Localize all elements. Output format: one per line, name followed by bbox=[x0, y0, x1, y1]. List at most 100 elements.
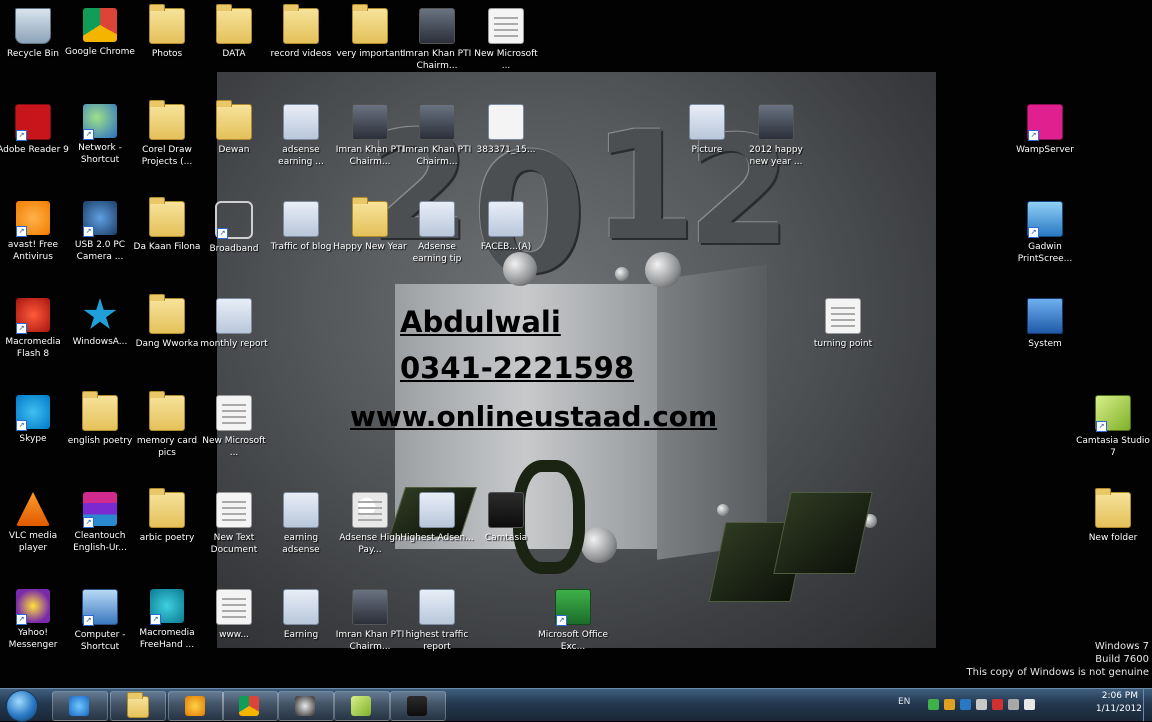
desktop-icon-adsense-earning-tip[interactable]: Adsense earning tip bbox=[400, 201, 474, 265]
taskbar-media-player[interactable] bbox=[168, 691, 224, 721]
desktop-icon-monthly-report[interactable]: monthly report bbox=[197, 298, 271, 350]
desktop-icon-flash[interactable]: ↗ Macromedia Flash 8 bbox=[0, 298, 70, 360]
clock-time[interactable]: 2:06 PM bbox=[1102, 691, 1138, 701]
desktop-icon-avast[interactable]: ↗ avast! Free Antivirus bbox=[0, 201, 70, 263]
tray-flag-icon[interactable] bbox=[976, 699, 987, 710]
desktop-icon-corel-draw-projects[interactable]: Corel Draw Projects (... bbox=[130, 100, 204, 168]
desktop-icon-camtasia[interactable]: Camtasia bbox=[469, 492, 543, 544]
desktop-icon-imran-khan-4[interactable]: Imran Khan PTI Chairm... bbox=[333, 589, 407, 653]
desktop-icon-da-kaan-filona[interactable]: Da Kaan Filona bbox=[130, 197, 204, 253]
taskbar-camtasia-recorder[interactable] bbox=[278, 691, 334, 721]
taskbar: EN 2:06 PM 1/11/2012 bbox=[0, 688, 1152, 722]
desktop-icon-cleantouch[interactable]: ↗ Cleantouch English-Ur... bbox=[63, 492, 137, 554]
desktop-icon-faceb[interactable]: FACEB...(A) bbox=[469, 201, 543, 253]
recycle-bin-icon bbox=[15, 8, 51, 44]
desktop-icon-new-microsoft-doc-2[interactable]: New Microsoft ... bbox=[197, 395, 271, 459]
photo-icon bbox=[758, 104, 794, 140]
desktop-icon-dang-wworka[interactable]: Dang Wworka bbox=[130, 294, 204, 350]
show-desktop-button[interactable] bbox=[1143, 689, 1152, 721]
tray-avast-icon[interactable] bbox=[944, 699, 955, 710]
desktop-icon-vlc[interactable]: VLC media player bbox=[0, 492, 70, 554]
desktop-icon-wampserver[interactable]: ↗ WampServer bbox=[1008, 104, 1082, 156]
desktop-icon-excel[interactable]: ↗ Microsoft Office Exc... bbox=[536, 589, 610, 653]
desktop-icon-happy-new-year[interactable]: Happy New Year bbox=[333, 197, 407, 253]
taskbar-internet-explorer[interactable] bbox=[52, 691, 108, 721]
desktop-icon-highest-traffic-report[interactable]: highest traffic report bbox=[400, 589, 474, 653]
taskbar-camtasia[interactable] bbox=[390, 691, 446, 721]
desktop-icon-earning[interactable]: Earning bbox=[264, 589, 338, 641]
desktop-icon-computer-shortcut[interactable]: ↗ Computer - Shortcut bbox=[63, 589, 137, 653]
desktop-icon-turning-point[interactable]: turning point bbox=[806, 298, 880, 350]
desktop-icon-very-important[interactable]: very important bbox=[333, 4, 407, 60]
desktop-icon-picture[interactable]: Picture bbox=[670, 104, 744, 156]
language-indicator[interactable]: EN bbox=[898, 697, 910, 707]
desktop-icon-arbic-poetry[interactable]: arbic poetry bbox=[130, 488, 204, 544]
icon-label: USB 2.0 PC Camera ... bbox=[74, 240, 126, 262]
taskbar-camtasia-studio[interactable] bbox=[334, 691, 390, 721]
excel-icon: ↗ bbox=[555, 589, 591, 626]
desktop-icon-english-poetry[interactable]: english poetry bbox=[63, 391, 137, 447]
taskbar-windows-explorer[interactable] bbox=[110, 691, 166, 721]
desktop-icon-memory-card-pics[interactable]: memory card pics bbox=[130, 391, 204, 459]
desktop-icon-record-videos[interactable]: record videos bbox=[264, 4, 338, 60]
volume-icon[interactable] bbox=[1024, 699, 1035, 710]
start-button[interactable] bbox=[6, 690, 38, 722]
desktop-icon-new-folder[interactable]: New folder bbox=[1076, 488, 1150, 544]
screenshot-icon bbox=[488, 104, 524, 140]
icon-label: Da Kaan Filona bbox=[133, 242, 201, 252]
desktop-icon-adsense-high-pay[interactable]: Adsense High Pay... bbox=[333, 492, 407, 556]
text-document-icon bbox=[216, 589, 252, 625]
icon-label: Computer - Shortcut bbox=[74, 630, 126, 652]
tray-wireless-icon[interactable] bbox=[1008, 699, 1019, 710]
desktop-icon-windowsa[interactable]: WindowsA... bbox=[63, 298, 137, 348]
desktop-icon-new-text-document[interactable]: New Text Document bbox=[197, 492, 271, 556]
internet-explorer-icon bbox=[69, 696, 89, 716]
desktop-icon-network-shortcut[interactable]: ↗ Network - Shortcut bbox=[63, 104, 137, 166]
screenshot-icon bbox=[283, 589, 319, 625]
windows-not-genuine-watermark: Windows 7 Build 7600 This copy of Window… bbox=[967, 640, 1149, 679]
wallpaper-ball bbox=[645, 252, 681, 288]
icon-label: very important bbox=[336, 49, 404, 59]
desktop-icon-data[interactable]: DATA bbox=[197, 4, 271, 60]
desktop-icon-www[interactable]: www... bbox=[197, 589, 271, 641]
icon-label: Macromedia Flash 8 bbox=[5, 337, 61, 359]
desktop-icon-dewan[interactable]: Dewan bbox=[197, 100, 271, 156]
desktop-icon-system[interactable]: System bbox=[1008, 298, 1082, 350]
desktop-icon-highest-adsense[interactable]: Highest Adsen... bbox=[400, 492, 474, 544]
desktop-icon-photos[interactable]: Photos bbox=[130, 4, 204, 60]
desktop-icon-imran-khan-3[interactable]: Imran Khan PTI Chairm... bbox=[400, 104, 474, 168]
desktop-icon-earning-adsense[interactable]: earning adsense bbox=[264, 492, 338, 556]
desktop-icon-camtasia-studio[interactable]: ↗ Camtasia Studio 7 bbox=[1076, 395, 1150, 459]
desktop-icon-imran-khan-1[interactable]: Imran Khan PTI Chairm... bbox=[400, 8, 474, 72]
desktop-icon-yahoo-messenger[interactable]: ↗ Yahoo! Messenger bbox=[0, 589, 70, 651]
icon-label: Photos bbox=[151, 49, 183, 59]
tray-alert-icon[interactable] bbox=[992, 699, 1003, 710]
desktop-icon-skype[interactable]: ↗ Skype bbox=[0, 395, 70, 445]
desktop-icon-adobe-reader[interactable]: ↗ Adobe Reader 9 bbox=[0, 104, 70, 156]
desktop-icon-new-microsoft-doc-1[interactable]: New Microsoft ... bbox=[469, 8, 543, 72]
tray-network-icon[interactable] bbox=[928, 699, 939, 710]
desktop-icon-2012-happy-new-year[interactable]: 2012 happy new year ... bbox=[739, 104, 813, 168]
desktop-icon-gadwin-printscreen[interactable]: ↗ Gadwin PrintScree... bbox=[1008, 201, 1082, 265]
evo-broadband-icon: ↗ bbox=[215, 201, 253, 239]
clock-date[interactable]: 1/11/2012 bbox=[1096, 704, 1142, 714]
desktop-icon-usb-camera[interactable]: ↗ USB 2.0 PC Camera ... bbox=[63, 201, 137, 263]
folder-icon bbox=[216, 4, 252, 44]
desktop-icon-adsense-earning[interactable]: adsense earning ... bbox=[264, 104, 338, 168]
desktop-icon-recycle-bin[interactable]: Recycle Bin bbox=[0, 8, 70, 60]
icon-label: New Microsoft ... bbox=[202, 436, 266, 458]
desktop-icon-383371[interactable]: 383371_15... bbox=[469, 104, 543, 156]
network-icon: ↗ bbox=[83, 104, 117, 140]
desktop-icon-freehand[interactable]: ↗ Macromedia FreeHand ... bbox=[130, 589, 204, 651]
taskbar-google-chrome[interactable] bbox=[222, 691, 278, 721]
screenshot-icon bbox=[283, 104, 319, 140]
desktop-icon-broadband[interactable]: ↗ Broadband bbox=[197, 201, 271, 255]
icon-label: Dang Wworka bbox=[135, 339, 199, 349]
desktop-icon-imran-khan-2[interactable]: Imran Khan PTI Chairm... bbox=[333, 104, 407, 168]
tray-skype-icon[interactable] bbox=[960, 699, 971, 710]
desktop-icon-google-chrome[interactable]: Google Chrome bbox=[63, 8, 137, 58]
icon-label: Camtasia Studio 7 bbox=[1076, 436, 1150, 458]
icon-label: VLC media player bbox=[8, 531, 58, 553]
icon-label: FACEB...(A) bbox=[480, 242, 532, 252]
desktop-icon-traffic-of-blog[interactable]: Traffic of blog bbox=[264, 201, 338, 253]
